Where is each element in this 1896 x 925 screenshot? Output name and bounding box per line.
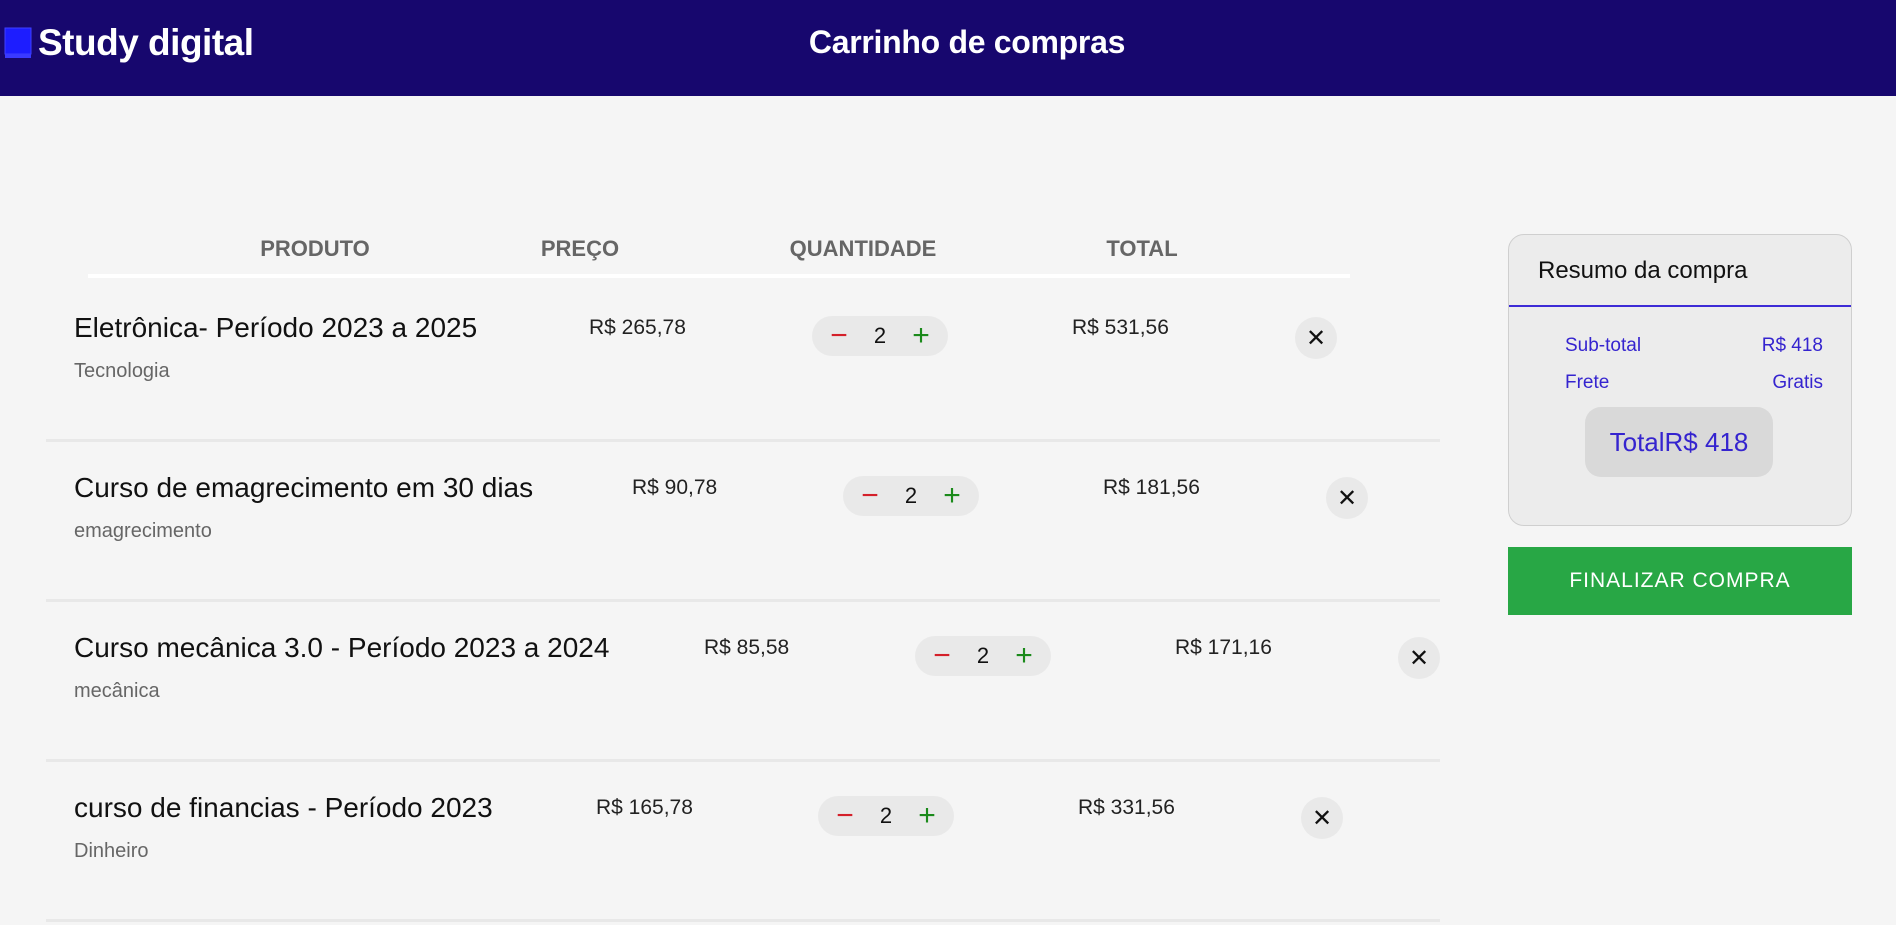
column-header-product: PRODUTO: [260, 236, 370, 261]
product-name: curso de financias - Período 2023: [74, 792, 493, 823]
increase-quantity-button[interactable]: +: [1011, 641, 1037, 671]
decrease-quantity-button[interactable]: −: [826, 321, 852, 351]
quantity-stepper: − 2 +: [818, 796, 954, 836]
row-divider: [46, 919, 1440, 922]
product-category: Tecnologia: [74, 360, 170, 382]
remove-item-button[interactable]: ✕: [1295, 317, 1337, 359]
remove-item-button[interactable]: ✕: [1326, 477, 1368, 519]
quantity-stepper: − 2 +: [812, 316, 948, 356]
product-category: mecânica: [74, 680, 160, 702]
quantity-value: 2: [873, 323, 887, 348]
increase-quantity-button[interactable]: +: [939, 481, 965, 511]
decrease-quantity-button[interactable]: −: [832, 801, 858, 831]
column-header-total: TOTAL: [1106, 236, 1178, 261]
remove-item-button[interactable]: ✕: [1301, 797, 1343, 839]
product-category: emagrecimento: [74, 520, 212, 542]
line-total: R$ 331,56: [1078, 796, 1175, 819]
top-header: Study digital Carrinho de compras: [0, 0, 1896, 96]
column-header-quantity: QUANTIDADE: [789, 236, 937, 261]
shipping-label: Frete: [1565, 372, 1610, 393]
cart-row: Eletrônica- Período 2023 a 2025 Tecnolog…: [46, 282, 1440, 442]
cart-row: Curso de emagrecimento em 30 dias emagre…: [46, 442, 1440, 602]
line-total: R$ 531,56: [1072, 316, 1169, 339]
header-divider: [88, 274, 1350, 278]
increase-quantity-button[interactable]: +: [908, 321, 934, 351]
remove-item-button[interactable]: ✕: [1398, 637, 1440, 679]
cart-row: Curso mecânica 3.0 - Período 2023 a 2024…: [46, 602, 1440, 762]
product-name: Eletrônica- Período 2023 a 2025: [74, 312, 478, 343]
decrease-quantity-button[interactable]: −: [857, 481, 883, 511]
product-price: R$ 265,78: [589, 316, 686, 339]
cart-row: curso de financias - Período 2023 Dinhei…: [46, 762, 1440, 922]
quantity-value: 2: [879, 803, 893, 828]
quantity-stepper: − 2 +: [843, 476, 979, 516]
increase-quantity-button[interactable]: +: [914, 801, 940, 831]
quantity-value: 2: [904, 483, 918, 508]
product-name: Curso de emagrecimento em 30 dias: [74, 472, 534, 503]
product-price: R$ 85,58: [704, 636, 790, 659]
quantity-stepper: − 2 +: [915, 636, 1051, 676]
line-total: R$ 171,16: [1175, 636, 1272, 659]
checkout-button[interactable]: FINALIZAR COMPRA: [1508, 547, 1852, 615]
order-summary-card: Resumo da compra Sub-total R$ 418 Frete …: [1508, 234, 1852, 526]
product-price: R$ 165,78: [596, 796, 693, 819]
page-title: Carrinho de compras: [808, 24, 1126, 60]
order-total: TotalR$ 418: [1585, 407, 1773, 477]
summary-divider: [1509, 305, 1851, 307]
shipping-value: Gratis: [1772, 372, 1823, 393]
product-name: Curso mecânica 3.0 - Período 2023 a 2024: [74, 632, 610, 663]
subtotal-label: Sub-total: [1565, 335, 1642, 356]
column-header-price: PREÇO: [540, 236, 620, 261]
product-category: Dinheiro: [74, 840, 149, 862]
summary-title: Resumo da compra: [1538, 257, 1748, 284]
quantity-value: 2: [976, 643, 990, 668]
product-price: R$ 90,78: [632, 476, 718, 499]
line-total: R$ 181,56: [1103, 476, 1200, 499]
decrease-quantity-button[interactable]: −: [929, 641, 955, 671]
subtotal-value: R$ 418: [1761, 335, 1823, 356]
